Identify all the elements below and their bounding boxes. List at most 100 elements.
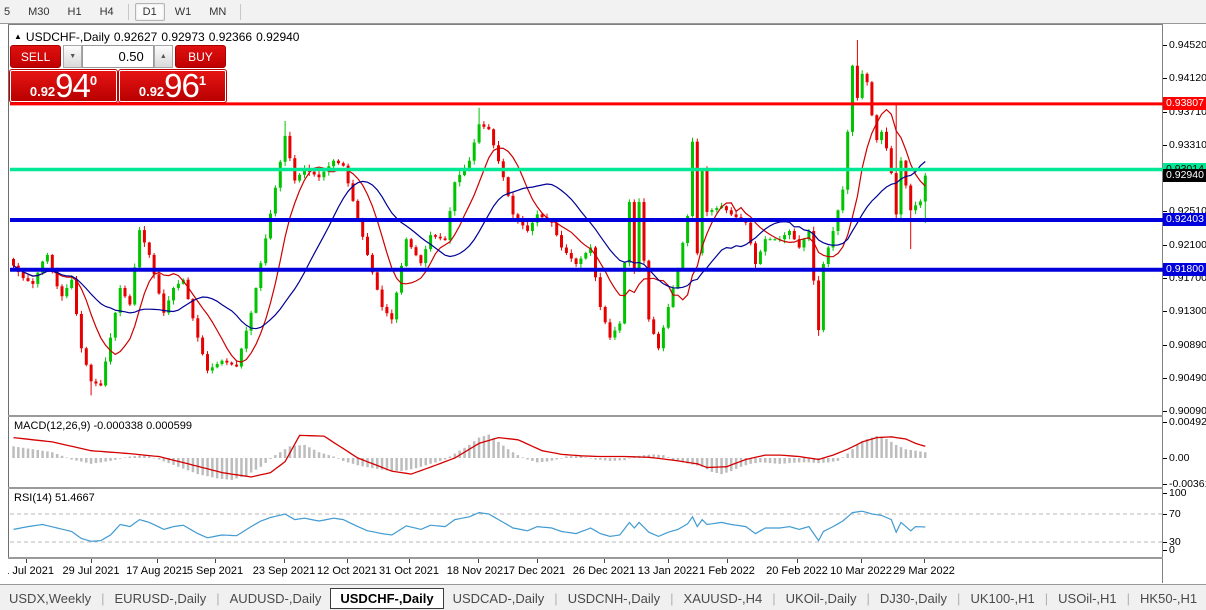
timeframe-button-h1[interactable]: H1 bbox=[60, 3, 90, 21]
date-tick bbox=[157, 559, 158, 563]
date-tick bbox=[478, 559, 479, 563]
date-axis-label: 26 Dec 2021 bbox=[572, 565, 636, 577]
rsi-indicator-canvas[interactable] bbox=[10, 489, 1163, 557]
price-axis-label: 0.93310 bbox=[1169, 139, 1206, 151]
tab-separator: | bbox=[554, 590, 558, 606]
tab-separator: | bbox=[670, 590, 674, 606]
timeframe-button-w1[interactable]: W1 bbox=[167, 3, 200, 21]
price-chart-canvas[interactable] bbox=[10, 28, 1163, 415]
price-axis[interactable]: 0.94520 0.94120 0.93710 0.93310 0.92510 0.921… bbox=[1163, 24, 1206, 583]
tab-separator: | bbox=[866, 590, 870, 606]
timeframe-button-5[interactable]: 5 bbox=[0, 3, 18, 21]
date-tick bbox=[91, 559, 92, 563]
price-axis-label: 0.92100 bbox=[1169, 239, 1206, 251]
price-level-badge: 0.93807 bbox=[1163, 97, 1206, 110]
timeframe-button-m30[interactable]: M30 bbox=[20, 3, 57, 21]
price-axis-label: 0.94120 bbox=[1169, 72, 1206, 84]
rsi-label: RSI(14) 51.4667 bbox=[14, 492, 95, 504]
chart-tab-usdx[interactable]: USDX,Weekly bbox=[0, 588, 100, 609]
chart-tab-usoil[interactable]: USOil-,H1 bbox=[1049, 588, 1126, 609]
tab-separator: | bbox=[1126, 590, 1131, 606]
price-tick bbox=[1163, 278, 1167, 279]
macd-tick bbox=[1163, 458, 1167, 459]
rsi-axis-label: 70 bbox=[1169, 508, 1181, 520]
toolbar-separator bbox=[240, 3, 242, 20]
date-tick bbox=[797, 559, 798, 563]
macd-tick bbox=[1163, 422, 1167, 423]
tab-separator: | bbox=[1044, 590, 1049, 606]
price-tick bbox=[1163, 378, 1167, 379]
chart-tab-usdchf[interactable]: USDCHF-,Daily bbox=[330, 587, 444, 609]
price-tick bbox=[1163, 411, 1167, 412]
rsi-axis-label: 0 bbox=[1169, 544, 1175, 556]
date-tick bbox=[215, 559, 216, 563]
chart-tab-hk50[interactable]: HK50-,H1 bbox=[1131, 588, 1206, 609]
price-axis-label: 0.94520 bbox=[1169, 39, 1206, 51]
date-tick bbox=[284, 559, 285, 563]
rsi-axis-label: 100 bbox=[1169, 487, 1187, 499]
macd-axis-label: 0.004926 bbox=[1169, 416, 1206, 428]
chart-tab-eurusd[interactable]: EURUSD-,Daily bbox=[106, 588, 216, 609]
date-tick bbox=[347, 559, 348, 563]
macd-tick bbox=[1163, 484, 1167, 485]
date-axis-label: 23 Sep 2021 bbox=[252, 565, 316, 577]
chart-tab-uk100[interactable]: UK100-,H1 bbox=[961, 588, 1043, 609]
date-tick bbox=[668, 559, 669, 563]
tab-separator: | bbox=[101, 590, 105, 606]
rsi-tick bbox=[1163, 542, 1167, 543]
date-tick bbox=[537, 559, 538, 563]
rsi-tick bbox=[1163, 493, 1167, 494]
window-top-border bbox=[8, 24, 1206, 25]
date-axis-label: 10 Mar 2022 bbox=[830, 565, 892, 577]
date-tick bbox=[727, 559, 728, 563]
date-axis-label: 12 Oct 2021 bbox=[317, 565, 377, 577]
date-axis-label: 11 Jul 2021 bbox=[8, 565, 55, 577]
price-tick bbox=[1163, 211, 1167, 212]
price-axis-label: 0.90890 bbox=[1169, 339, 1206, 351]
window-left-border bbox=[8, 24, 9, 583]
chart-tab-ukoil[interactable]: UKOil-,Daily bbox=[777, 588, 866, 609]
date-axis[interactable]: 11 Jul 2021 29 Jul 2021 17 Aug 20215 Sep 2… bbox=[8, 559, 1162, 583]
trading-terminal: 5 M30 H1 H4 D1 W1 MN ▲ USDCHF-,Daily 0.92627 0.92… bbox=[0, 0, 1206, 610]
date-axis-label: 13 Jan 2022 bbox=[637, 565, 699, 577]
chart-tab-xauusd[interactable]: XAUUSD-,H4 bbox=[675, 588, 772, 609]
timeframe-button-h4[interactable]: H4 bbox=[92, 3, 122, 21]
chart-tab-dj30[interactable]: DJ30-,Daily bbox=[871, 588, 956, 609]
timeframe-button-mn[interactable]: MN bbox=[201, 3, 234, 21]
price-axis-label: 0.90490 bbox=[1169, 372, 1206, 384]
price-level-badge: 0.92940 bbox=[1163, 169, 1206, 182]
date-axis-label: 18 Nov 2021 bbox=[446, 565, 510, 577]
date-axis-label: 7 Dec 2021 bbox=[508, 565, 566, 577]
chart-tab-bar: USDX,Weekly | EURUSD-,Daily | AUDUSD-,Daily U… bbox=[0, 584, 1206, 610]
tab-separator: | bbox=[957, 590, 961, 606]
price-axis-label: 0.91300 bbox=[1169, 305, 1206, 317]
chart-tab-audusd[interactable]: AUDUSD-,Daily bbox=[221, 588, 331, 609]
price-tick bbox=[1163, 311, 1167, 312]
price-tick bbox=[1163, 45, 1167, 46]
date-axis-label: 29 Jul 2021 bbox=[62, 565, 120, 577]
date-axis-label: 31 Oct 2021 bbox=[379, 565, 439, 577]
timeframe-button-d1[interactable]: D1 bbox=[134, 2, 165, 21]
macd-axis-label: 0.00 bbox=[1169, 452, 1190, 464]
price-tick bbox=[1163, 78, 1167, 79]
chart-tab-usdcnh[interactable]: USDCNH-,Daily bbox=[559, 588, 669, 609]
macd-label: MACD(12,26,9) -0.000338 0.000599 bbox=[14, 420, 192, 432]
tab-separator: | bbox=[772, 590, 776, 606]
price-tick bbox=[1163, 145, 1167, 146]
price-tick bbox=[1163, 112, 1167, 113]
date-axis-label: 17 Aug 2021 bbox=[126, 565, 188, 577]
date-axis-label: 29 Mar 2022 bbox=[893, 565, 955, 577]
price-level-badge: 0.92403 bbox=[1163, 213, 1206, 226]
chart-tab-usdcad[interactable]: USDCAD-,Daily bbox=[444, 588, 554, 609]
tab-separator: | bbox=[216, 590, 220, 606]
price-tick bbox=[1163, 345, 1167, 346]
date-tick bbox=[604, 559, 605, 563]
price-tick bbox=[1163, 245, 1167, 246]
toolbar-separator bbox=[127, 3, 129, 20]
date-tick bbox=[861, 559, 862, 563]
date-axis-label: 5 Sep 2021 bbox=[186, 565, 244, 577]
timeframe-toolbar: 5 M30 H1 H4 D1 W1 MN bbox=[0, 0, 1206, 24]
price-level-badge: 0.91800 bbox=[1163, 263, 1206, 276]
rsi-tick bbox=[1163, 550, 1167, 551]
date-tick bbox=[26, 559, 27, 563]
